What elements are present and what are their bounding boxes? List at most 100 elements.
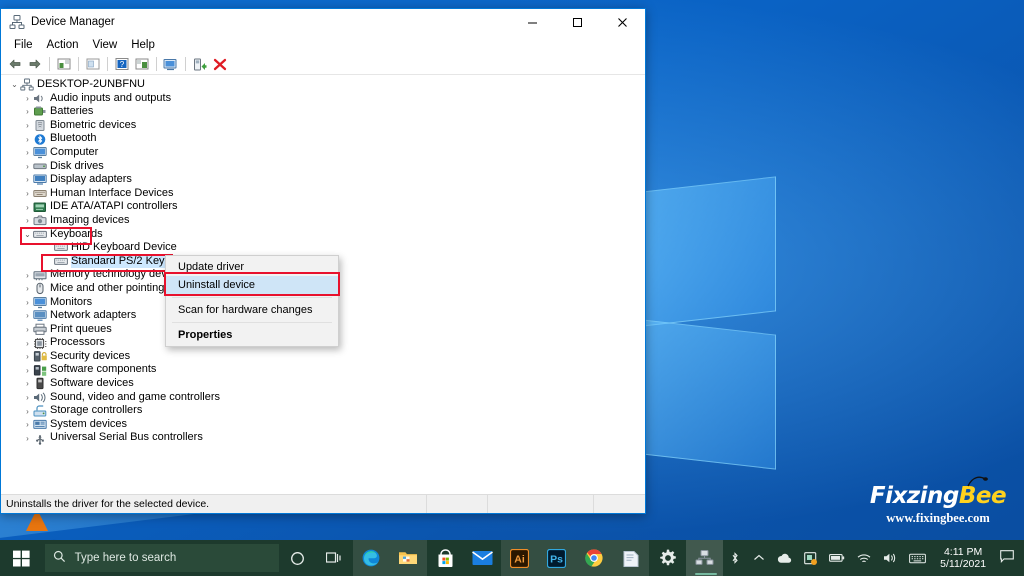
tree-node-human-interface-devices[interactable]: › Human Interface Devices — [1, 187, 645, 201]
back-arrow-icon[interactable] — [5, 55, 24, 73]
context-menu[interactable]: Update driver Uninstall device Scan for … — [165, 255, 339, 347]
taskbar-edge[interactable] — [353, 540, 390, 576]
tray-onedrive-icon[interactable] — [771, 553, 798, 564]
tree-node-disk-drives[interactable]: ›Disk drives — [1, 160, 645, 174]
menu-action[interactable]: Action — [40, 37, 86, 53]
close-button[interactable] — [600, 9, 645, 35]
chevron-right-icon[interactable]: › — [22, 393, 33, 402]
tree-node-label: IDE ATA/ATAPI controllers — [50, 200, 178, 214]
tree-node-hid-keyboard-device[interactable]: HID Keyboard Device — [1, 241, 645, 255]
chevron-down-icon[interactable]: ⌄ — [9, 80, 20, 89]
chevron-right-icon[interactable]: › — [22, 311, 33, 320]
status-message: Uninstalls the driver for the selected d… — [1, 495, 426, 513]
tray-bluetooth-icon[interactable] — [723, 551, 747, 565]
chevron-right-icon[interactable]: › — [22, 121, 33, 130]
chevron-right-icon[interactable]: › — [22, 216, 33, 225]
chevron-right-icon[interactable]: › — [22, 420, 33, 429]
update-driver-icon[interactable] — [132, 55, 151, 73]
forward-arrow-icon[interactable] — [25, 55, 44, 73]
search-input[interactable]: Type here to search — [45, 544, 279, 572]
tree-node-software-devices[interactable]: ›Software devices — [1, 377, 645, 391]
tree-node-system-devices[interactable]: ›System devices — [1, 418, 645, 432]
chevron-down-icon[interactable]: ⌄ — [22, 230, 33, 239]
tree-node-label: Sound, video and game controllers — [50, 391, 220, 405]
tree-node-software-components[interactable]: ›Software components — [1, 363, 645, 377]
chevron-right-icon[interactable]: › — [22, 352, 33, 361]
ctx-scan-hardware-changes[interactable]: Scan for hardware changes — [166, 301, 338, 319]
ctx-update-driver[interactable]: Update driver — [166, 258, 338, 276]
menu-file[interactable]: File — [7, 37, 40, 53]
tree-node-display-adapters[interactable]: ›Display adapters — [1, 173, 645, 187]
notification-center-icon[interactable] — [994, 550, 1020, 566]
tree-node-batteries[interactable]: ›Batteries — [1, 105, 645, 119]
tree-node-root[interactable]: ⌄ DESKTOP-2UNBFNU — [1, 78, 645, 92]
tree-node-imaging-devices[interactable]: ›Imaging devices — [1, 214, 645, 228]
enable-device-icon[interactable] — [190, 55, 209, 73]
chevron-right-icon[interactable]: › — [22, 271, 33, 280]
chevron-right-icon[interactable]: › — [22, 203, 33, 212]
tree-node-ide-ata-atapi-controllers[interactable]: › IDE ATA/ATAPI controllers — [1, 200, 645, 214]
taskbar-settings[interactable] — [649, 540, 686, 576]
keyboard-icon — [33, 228, 48, 241]
chevron-right-icon[interactable]: › — [22, 379, 33, 388]
maximize-button[interactable] — [555, 9, 600, 35]
cortana-circle-icon[interactable] — [279, 540, 316, 576]
taskbar-microsoft-store[interactable] — [427, 540, 464, 576]
tree-node-storage-controllers[interactable]: ›Storage controllers — [1, 404, 645, 418]
taskbar-file-explorer[interactable] — [390, 540, 427, 576]
tray-volume-icon[interactable] — [877, 552, 903, 564]
start-button[interactable] — [0, 540, 43, 576]
minimize-button[interactable] — [510, 9, 555, 35]
tree-node-label: Universal Serial Bus controllers — [50, 431, 203, 445]
tree-node-sound-video-and-game-controllers[interactable]: › Sound, video and game controllers — [1, 391, 645, 405]
chevron-right-icon[interactable]: › — [22, 189, 33, 198]
tray-battery-icon[interactable] — [823, 553, 851, 563]
chevron-right-icon[interactable]: › — [22, 407, 33, 416]
biometric-icon — [33, 119, 48, 132]
ctx-properties[interactable]: Properties — [166, 326, 338, 344]
taskbar-illustrator[interactable]: Ai — [501, 540, 538, 576]
scan-hardware-changes-icon[interactable] — [161, 55, 180, 73]
chevron-right-icon[interactable]: › — [22, 148, 33, 157]
tree-node-universal-serial-bus-controllers[interactable]: › Universal Serial Bus controllers — [1, 431, 645, 445]
taskbar-notepad[interactable] — [612, 540, 649, 576]
chevron-right-icon[interactable]: › — [22, 94, 33, 103]
chevron-right-icon[interactable]: › — [22, 284, 33, 293]
chevron-right-icon[interactable]: › — [22, 298, 33, 307]
task-view-icon[interactable] — [316, 540, 353, 576]
tree-node-biometric-devices[interactable]: ›Biometric devices — [1, 119, 645, 133]
status-bar: Uninstalls the driver for the selected d… — [1, 494, 645, 513]
tree-node-label: Human Interface Devices — [50, 187, 174, 201]
tree-node-keyboards[interactable]: ⌄Keyboards — [1, 228, 645, 242]
menu-help[interactable]: Help — [124, 37, 162, 53]
taskbar-photoshop[interactable]: Ps — [538, 540, 575, 576]
show-hidden-devices-icon[interactable] — [54, 55, 73, 73]
chevron-right-icon[interactable]: › — [22, 107, 33, 116]
tree-node-audio-inputs-and-outputs[interactable]: ›Audio inputs and outputs — [1, 92, 645, 106]
tray-network-icon[interactable] — [851, 553, 877, 564]
chevron-right-icon[interactable]: › — [22, 434, 33, 443]
chevron-right-icon[interactable]: › — [22, 339, 33, 348]
chevron-right-icon[interactable]: › — [22, 135, 33, 144]
properties-icon[interactable] — [83, 55, 102, 73]
chevron-right-icon[interactable]: › — [22, 175, 33, 184]
menu-view[interactable]: View — [86, 37, 125, 53]
taskbar-chrome[interactable] — [575, 540, 612, 576]
tree-node-bluetooth[interactable]: ›Bluetooth — [1, 132, 645, 146]
tray-keyboard-layout-icon[interactable] — [903, 553, 932, 564]
taskbar-mail[interactable] — [464, 540, 501, 576]
help-icon[interactable]: ? — [112, 55, 131, 73]
tree-node-security-devices[interactable]: ›Security devices — [1, 350, 645, 364]
window-titlebar[interactable]: Device Manager — [1, 9, 645, 35]
ctx-uninstall-device[interactable]: Uninstall device — [166, 276, 338, 294]
chevron-right-icon[interactable]: › — [22, 325, 33, 334]
chevron-right-icon[interactable]: › — [22, 162, 33, 171]
tray-app-icon[interactable] — [798, 552, 823, 565]
chevron-right-icon[interactable]: › — [22, 366, 33, 375]
taskbar-device-manager[interactable] — [686, 540, 723, 576]
tray-show-hidden-icon[interactable] — [747, 553, 771, 563]
tree-node-computer[interactable]: ›Computer — [1, 146, 645, 160]
uninstall-device-icon[interactable] — [210, 55, 229, 73]
taskbar-clock[interactable]: 4:11 PM 5/11/2021 — [932, 546, 994, 570]
window-menubar: File Action View Help — [1, 35, 645, 54]
